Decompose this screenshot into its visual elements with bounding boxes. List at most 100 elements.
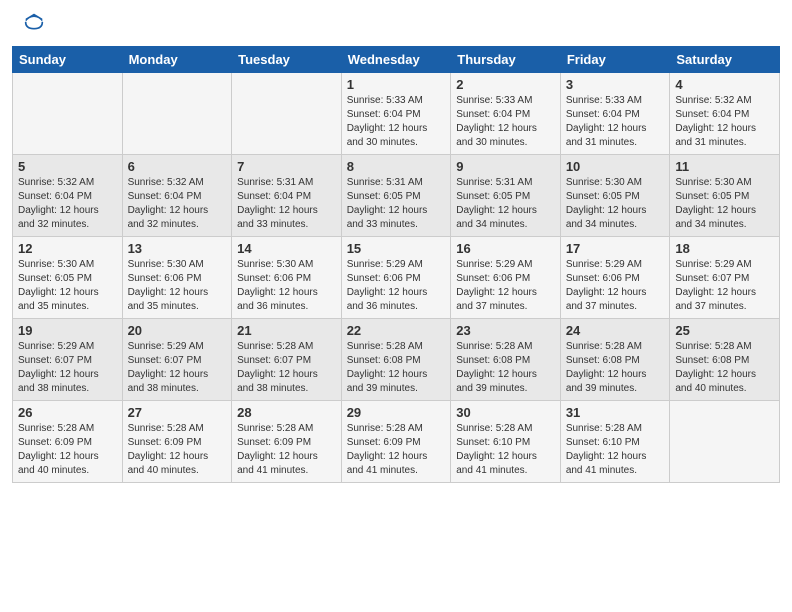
calendar-cell: 1Sunrise: 5:33 AM Sunset: 6:04 PM Daylig…	[341, 73, 451, 155]
day-info: Sunrise: 5:33 AM Sunset: 6:04 PM Dayligh…	[566, 94, 665, 150]
calendar-cell: 9 Sunrise: 5:31 AM Sunset: 6:05 PM Daylig…	[451, 155, 561, 237]
day-info: Sunrise: 5:28 AM Sunset: 6:09 PM Dayligh…	[128, 422, 227, 478]
day-number: 11	[675, 159, 774, 174]
calendar-cell: 23 Sunrise: 5:28 AM Sunset: 6:08 PM Dayli…	[451, 319, 561, 401]
day-info: Sunrise: 5:28 AM Sunset: 6:08 PM Dayligh…	[456, 340, 555, 396]
calendar-cell: 27 Sunrise: 5:28 AM Sunset: 6:09 PM Dayli…	[122, 401, 232, 483]
day-header: Saturday	[670, 47, 780, 73]
calendar-cell: 6Sunrise: 5:32 AM Sunset: 6:04 PM Daylig…	[122, 155, 232, 237]
day-number: 2	[456, 77, 555, 92]
calendar-cell: 22 Sunrise: 5:28 AM Sunset: 6:08 PM Dayli…	[341, 319, 451, 401]
day-info: Sunrise: 5:31 AM Sunset: 6:04 PM Dayligh…	[237, 176, 336, 232]
calendar-cell	[13, 73, 123, 155]
day-number: 23	[456, 323, 555, 338]
day-number: 9	[456, 159, 555, 174]
day-info: Sunrise: 5:29 AM Sunset: 6:07 PM Dayligh…	[128, 340, 227, 396]
day-number: 26	[18, 405, 117, 420]
calendar-cell: 12Sunrise: 5:30 AM Sunset: 6:05 PM Dayli…	[13, 237, 123, 319]
day-header: Monday	[122, 47, 232, 73]
calendar-cell: 17 Sunrise: 5:29 AM Sunset: 6:06 PM Dayli…	[560, 237, 670, 319]
calendar-week-row: 26 Sunrise: 5:28 AM Sunset: 6:09 PM Dayli…	[13, 401, 780, 483]
calendar: SundayMondayTuesdayWednesdayThursdayFrid…	[0, 46, 792, 493]
logo	[20, 12, 46, 32]
calendar-cell: 7 Sunrise: 5:31 AM Sunset: 6:04 PM Daylig…	[232, 155, 342, 237]
day-number: 14	[237, 241, 336, 256]
day-info: Sunrise: 5:32 AM Sunset: 6:04 PM Dayligh…	[675, 94, 774, 150]
calendar-cell: 8Sunrise: 5:31 AM Sunset: 6:05 PM Daylig…	[341, 155, 451, 237]
day-number: 17	[566, 241, 665, 256]
day-info: Sunrise: 5:28 AM Sunset: 6:10 PM Dayligh…	[566, 422, 665, 478]
day-info: Sunrise: 5:30 AM Sunset: 6:05 PM Dayligh…	[566, 176, 665, 232]
calendar-cell: 2 Sunrise: 5:33 AM Sunset: 6:04 PM Daylig…	[451, 73, 561, 155]
calendar-cell: 21 Sunrise: 5:28 AM Sunset: 6:07 PM Dayli…	[232, 319, 342, 401]
day-info: Sunrise: 5:32 AM Sunset: 6:04 PM Dayligh…	[128, 176, 227, 232]
header-row: SundayMondayTuesdayWednesdayThursdayFrid…	[13, 47, 780, 73]
day-info: Sunrise: 5:30 AM Sunset: 6:06 PM Dayligh…	[237, 258, 336, 314]
day-number: 22	[347, 323, 446, 338]
calendar-cell: 30 Sunrise: 5:28 AM Sunset: 6:10 PM Dayli…	[451, 401, 561, 483]
day-number: 18	[675, 241, 774, 256]
day-number: 24	[566, 323, 665, 338]
day-number: 5	[18, 159, 117, 174]
calendar-cell	[232, 73, 342, 155]
calendar-cell: 31 Sunrise: 5:28 AM Sunset: 6:10 PM Dayli…	[560, 401, 670, 483]
day-info: Sunrise: 5:31 AM Sunset: 6:05 PM Dayligh…	[456, 176, 555, 232]
calendar-cell: 14 Sunrise: 5:30 AM Sunset: 6:06 PM Dayli…	[232, 237, 342, 319]
calendar-cell	[122, 73, 232, 155]
calendar-cell: 29 Sunrise: 5:28 AM Sunset: 6:09 PM Dayli…	[341, 401, 451, 483]
calendar-cell: 18Sunrise: 5:29 AM Sunset: 6:07 PM Dayli…	[670, 237, 780, 319]
subtitle	[0, 36, 792, 46]
calendar-cell: 19 Sunrise: 5:29 AM Sunset: 6:07 PM Dayli…	[13, 319, 123, 401]
day-info: Sunrise: 5:28 AM Sunset: 6:10 PM Dayligh…	[456, 422, 555, 478]
day-info: Sunrise: 5:33 AM Sunset: 6:04 PM Dayligh…	[456, 94, 555, 150]
calendar-cell: 13Sunrise: 5:30 AM Sunset: 6:06 PM Dayli…	[122, 237, 232, 319]
calendar-table: SundayMondayTuesdayWednesdayThursdayFrid…	[12, 46, 780, 483]
calendar-cell: 5Sunrise: 5:32 AM Sunset: 6:04 PM Daylig…	[13, 155, 123, 237]
day-number: 1	[347, 77, 446, 92]
day-number: 7	[237, 159, 336, 174]
day-number: 31	[566, 405, 665, 420]
day-header: Wednesday	[341, 47, 451, 73]
day-number: 29	[347, 405, 446, 420]
day-info: Sunrise: 5:28 AM Sunset: 6:08 PM Dayligh…	[675, 340, 774, 396]
day-info: Sunrise: 5:28 AM Sunset: 6:08 PM Dayligh…	[347, 340, 446, 396]
day-number: 19	[18, 323, 117, 338]
calendar-week-row: 19 Sunrise: 5:29 AM Sunset: 6:07 PM Dayli…	[13, 319, 780, 401]
calendar-cell: 11 Sunrise: 5:30 AM Sunset: 6:05 PM Dayli…	[670, 155, 780, 237]
day-info: Sunrise: 5:30 AM Sunset: 6:05 PM Dayligh…	[675, 176, 774, 232]
calendar-cell	[670, 401, 780, 483]
calendar-cell: 10 Sunrise: 5:30 AM Sunset: 6:05 PM Dayli…	[560, 155, 670, 237]
day-number: 28	[237, 405, 336, 420]
day-info: Sunrise: 5:28 AM Sunset: 6:09 PM Dayligh…	[237, 422, 336, 478]
day-info: Sunrise: 5:29 AM Sunset: 6:06 PM Dayligh…	[566, 258, 665, 314]
day-number: 4	[675, 77, 774, 92]
day-info: Sunrise: 5:29 AM Sunset: 6:07 PM Dayligh…	[18, 340, 117, 396]
day-number: 30	[456, 405, 555, 420]
calendar-week-row: 5 Sunrise: 5:32 AM Sunset: 6:04 PM Daylig…	[13, 155, 780, 237]
day-number: 27	[128, 405, 227, 420]
day-number: 20	[128, 323, 227, 338]
day-number: 10	[566, 159, 665, 174]
calendar-cell: 28 Sunrise: 5:28 AM Sunset: 6:09 PM Dayli…	[232, 401, 342, 483]
day-info: Sunrise: 5:28 AM Sunset: 6:09 PM Dayligh…	[18, 422, 117, 478]
day-info: Sunrise: 5:29 AM Sunset: 6:06 PM Dayligh…	[456, 258, 555, 314]
day-info: Sunrise: 5:28 AM Sunset: 6:09 PM Dayligh…	[347, 422, 446, 478]
day-header: Sunday	[13, 47, 123, 73]
header	[0, 0, 792, 36]
calendar-cell: 26 Sunrise: 5:28 AM Sunset: 6:09 PM Dayli…	[13, 401, 123, 483]
calendar-week-row: 1 Sunrise: 5:33 AM Sunset: 6:04 PM Daylig…	[13, 73, 780, 155]
day-number: 8	[347, 159, 446, 174]
day-info: Sunrise: 5:30 AM Sunset: 6:05 PM Dayligh…	[18, 258, 117, 314]
calendar-week-row: 12Sunrise: 5:30 AM Sunset: 6:05 PM Dayli…	[13, 237, 780, 319]
calendar-cell: 25Sunrise: 5:28 AM Sunset: 6:08 PM Dayli…	[670, 319, 780, 401]
day-info: Sunrise: 5:29 AM Sunset: 6:06 PM Dayligh…	[347, 258, 446, 314]
calendar-cell: 16 Sunrise: 5:29 AM Sunset: 6:06 PM Dayli…	[451, 237, 561, 319]
calendar-cell: 15 Sunrise: 5:29 AM Sunset: 6:06 PM Dayli…	[341, 237, 451, 319]
day-number: 21	[237, 323, 336, 338]
day-info: Sunrise: 5:28 AM Sunset: 6:07 PM Dayligh…	[237, 340, 336, 396]
day-header: Friday	[560, 47, 670, 73]
day-number: 15	[347, 241, 446, 256]
day-number: 16	[456, 241, 555, 256]
calendar-cell: 4 Sunrise: 5:32 AM Sunset: 6:04 PM Daylig…	[670, 73, 780, 155]
calendar-cell: 24Sunrise: 5:28 AM Sunset: 6:08 PM Dayli…	[560, 319, 670, 401]
